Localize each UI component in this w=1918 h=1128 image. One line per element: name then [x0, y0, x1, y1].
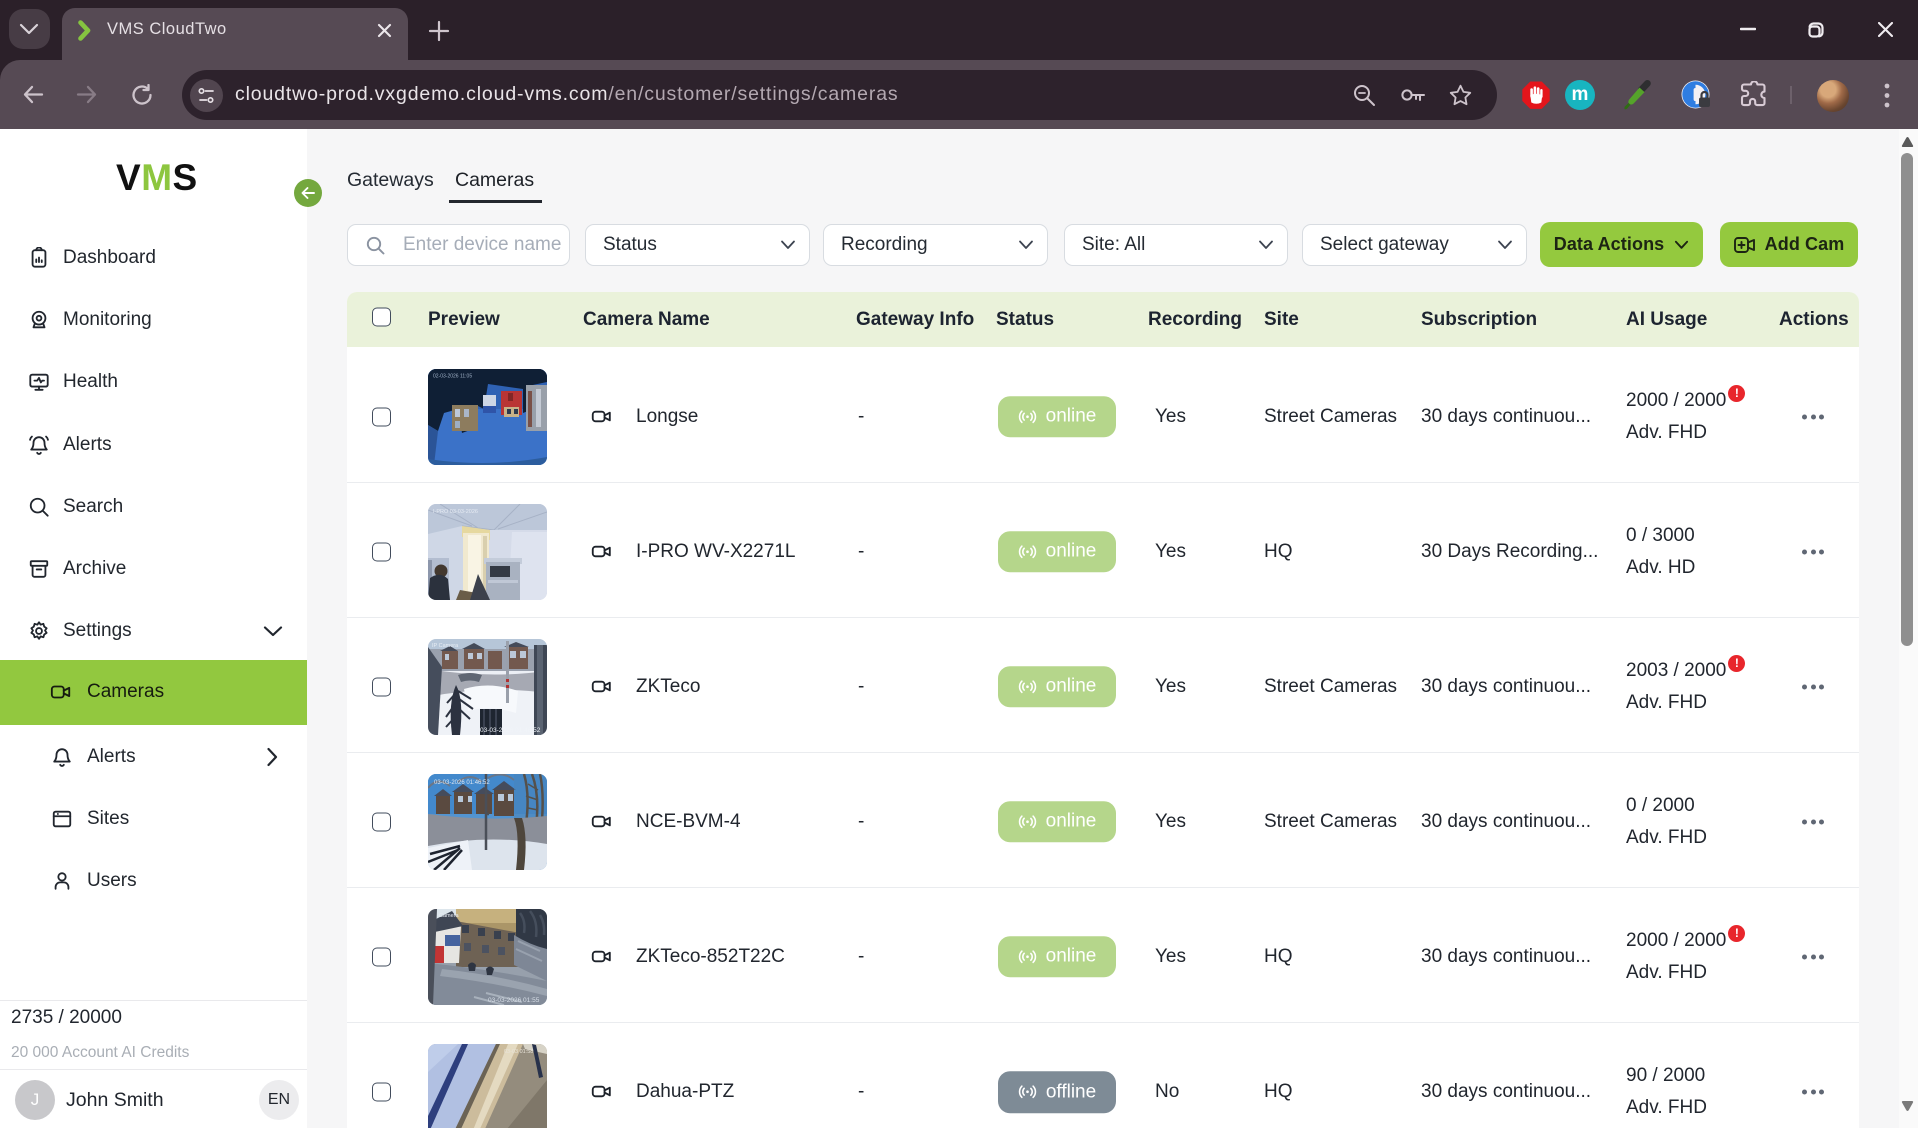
svg-text:02-03-2026 11:05: 02-03-2026 11:05: [433, 373, 472, 379]
svg-text:03-03 01:58: 03-03 01:58: [504, 1049, 533, 1055]
svg-text:I-PRO 03-03-2026: I-PRO 03-03-2026: [433, 509, 478, 515]
svg-text:03-03-2026 01:55: 03-03-2026 01:55: [488, 997, 540, 1004]
svg-text:03-03-2026 01:46:52: 03-03-2026 01:46:52: [480, 727, 541, 734]
svg-text:Camera: Camera: [439, 913, 460, 919]
svg-text:03-03-2026 01:46:52: 03-03-2026 01:46:52: [434, 780, 490, 786]
svg-text:IP Camera: IP Camera: [432, 643, 459, 649]
